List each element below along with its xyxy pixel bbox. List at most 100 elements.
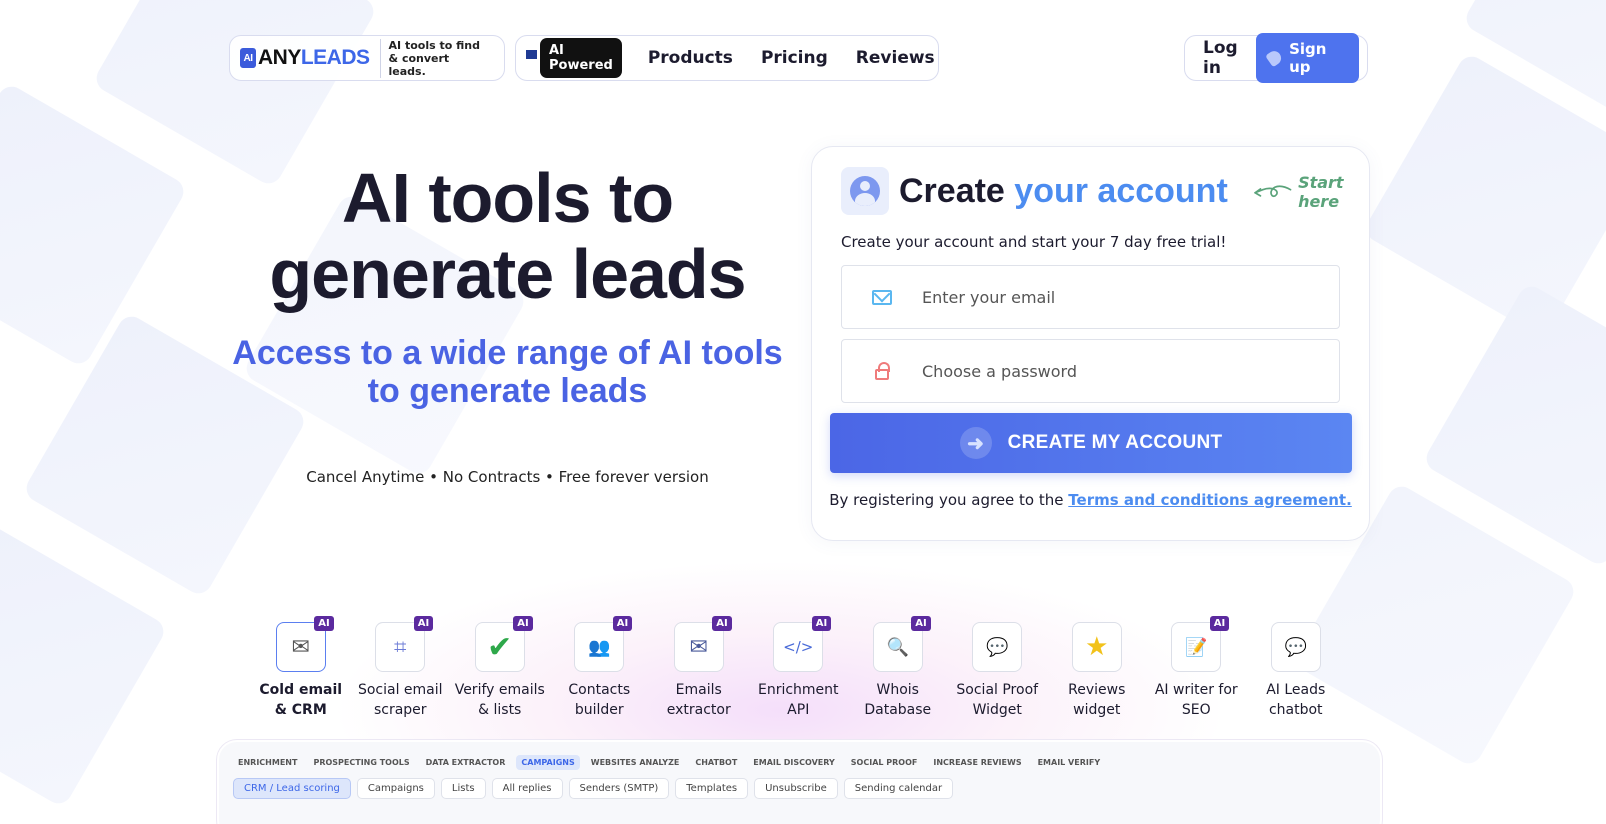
password-field: [841, 339, 1340, 403]
tool-label: Social Proof Widget: [956, 682, 1039, 718]
preview-main-tabs: ENRICHMENT PROSPECTING TOOLS DATA EXTRAC…: [219, 742, 1380, 770]
notepad-icon: 📝 AI: [1171, 616, 1230, 672]
tool-label: Social email scraper: [357, 682, 443, 718]
ai-powered-badge: AI Powered: [540, 38, 622, 78]
login-link[interactable]: Log in: [1203, 38, 1256, 78]
hero-subtitle: Access to a wide range of AI tools to ge…: [232, 334, 783, 410]
preview-sub-tabs: CRM / Lead scoring Campaigns Lists All r…: [219, 770, 1380, 799]
signup-button[interactable]: Sign up: [1256, 33, 1359, 83]
nav-link-reviews[interactable]: Reviews: [856, 48, 935, 68]
preview-tab[interactable]: DATA EXTRACTOR: [421, 755, 511, 770]
nav-link-pricing[interactable]: Pricing: [761, 48, 828, 68]
tool-cold-email-crm[interactable]: ✉ AI Cold email & CRM: [251, 616, 351, 720]
anyleads-logo[interactable]: AI ANY LEADS: [240, 46, 370, 70]
code-icon: </> AI: [773, 616, 832, 672]
preview-tab[interactable]: ENRICHMENT: [233, 755, 302, 770]
checkmark-icon: ✔ AI: [474, 616, 533, 672]
tools-row: ✉ AI Cold email & CRM ⌗ AI Social email sc…: [251, 616, 1346, 720]
preview-subtab[interactable]: Campaigns: [356, 778, 435, 799]
hero-title: AI tools to generate leads: [269, 159, 746, 313]
tool-whois-database[interactable]: 🔍 AI Whois Database: [848, 616, 948, 720]
terms-link[interactable]: Terms and conditions agreement.: [1068, 491, 1352, 509]
create-account-button[interactable]: ➜ CREATE MY ACCOUNT: [830, 413, 1352, 473]
logo-ai-mark: AI: [240, 48, 256, 68]
logo-any-text: ANY: [258, 46, 301, 69]
tool-label: AI writer for SEO: [1154, 682, 1238, 718]
preview-tab-selected[interactable]: CAMPAIGNS: [516, 755, 580, 770]
preview-tab[interactable]: PROSPECTING TOOLS: [308, 755, 414, 770]
ai-badge: AI: [1209, 616, 1230, 631]
start-here-text: Start here: [1298, 173, 1344, 211]
tool-label: Enrichment API: [757, 682, 839, 718]
tool-verify-emails[interactable]: ✔ AI Verify emails & lists: [450, 616, 550, 720]
preview-tab[interactable]: INCREASE REVIEWS: [928, 755, 1026, 770]
signup-label: Sign up: [1289, 40, 1327, 76]
main-menu: AI Powered Products Pricing Reviews: [515, 35, 939, 81]
database-icon: 🔍 AI: [872, 616, 931, 672]
tool-label: AI Leads chatbot: [1266, 682, 1326, 718]
preview-subtab[interactable]: All replies: [491, 778, 563, 799]
tool-label: Cold email & CRM: [259, 682, 343, 718]
signup-description: Create your account and start your 7 day…: [841, 233, 1227, 251]
user-avatar-icon: [841, 167, 889, 215]
tool-emails-extractor[interactable]: ✉ AI Emails extractor: [649, 616, 749, 720]
envelope-icon: [872, 289, 892, 305]
terms-notice: By registering you agree to the Terms an…: [812, 491, 1369, 509]
tool-contacts-builder[interactable]: 👥 AI Contacts builder: [550, 616, 650, 720]
password-input[interactable]: [922, 361, 1322, 381]
ai-badge: AI: [911, 616, 931, 631]
tool-label: Whois Database: [864, 682, 932, 718]
terms-prefix: By registering you agree to the: [829, 491, 1064, 509]
ai-badge: AI: [513, 616, 533, 631]
ai-badge: AI: [712, 616, 732, 631]
chatbot-icon: 💬: [1270, 622, 1321, 672]
title-plain: Create: [899, 171, 1005, 210]
tool-enrichment-api[interactable]: </> AI Enrichment API: [749, 616, 849, 720]
app-preview: ENRICHMENT PROSPECTING TOOLS DATA EXTRAC…: [217, 740, 1382, 824]
signup-card-header: Create your account: [841, 167, 1228, 215]
logo-leads-text: LEADS: [300, 46, 370, 69]
ai-badge: AI: [413, 616, 434, 631]
preview-subtab-selected[interactable]: CRM / Lead scoring: [233, 778, 351, 799]
preview-subtab[interactable]: Templates: [675, 778, 749, 799]
arrow-right-icon: ➜: [959, 427, 992, 459]
preview-tab[interactable]: SOCIAL PROOF: [846, 755, 923, 770]
hero-benefits: Cancel Anytime • No Contracts • Free for…: [306, 468, 709, 486]
signup-card-title: Create your account: [899, 172, 1228, 211]
tool-ai-leads-chatbot[interactable]: 💬 AI Leads chatbot: [1246, 622, 1346, 720]
envelope-icon: ✉ AI: [673, 616, 732, 672]
tool-social-email-scraper[interactable]: ⌗ AI Social email scraper: [351, 616, 451, 720]
preview-tab[interactable]: EMAIL DISCOVERY: [748, 755, 839, 770]
star-icon: ★: [1071, 622, 1122, 672]
scraper-icon: ⌗ AI: [375, 616, 434, 672]
tool-label: Verify emails & lists: [454, 682, 545, 718]
tool-label: Contacts builder: [568, 682, 631, 718]
tool-label: Reviews widget: [1068, 682, 1126, 718]
preview-subtab[interactable]: Senders (SMTP): [568, 778, 670, 799]
preview-subtab[interactable]: Lists: [440, 778, 486, 799]
create-account-label: CREATE MY ACCOUNT: [1007, 432, 1223, 453]
preview-subtab[interactable]: Sending calendar: [843, 778, 954, 799]
paper-plane-icon: ✉ AI: [275, 616, 334, 672]
tag-icon: [1265, 48, 1284, 68]
signup-card: Create your account Start here Create yo…: [811, 146, 1370, 541]
preview-tab[interactable]: WEBSITES ANALYZE: [586, 755, 685, 770]
title-accent: your account: [1014, 171, 1228, 210]
preview-tab[interactable]: CHATBOT: [690, 755, 742, 770]
tool-reviews-widget[interactable]: ★ Reviews widget: [1047, 622, 1147, 720]
preview-tab[interactable]: EMAIL VERIFY: [1033, 755, 1106, 770]
ai-badge: AI: [612, 616, 633, 631]
preview-subtab[interactable]: Unsubscribe: [754, 778, 838, 799]
tool-ai-writer-seo[interactable]: 📝 AI AI writer for SEO: [1147, 616, 1247, 720]
nav-link-products[interactable]: Products: [648, 48, 733, 68]
email-input[interactable]: [922, 287, 1322, 307]
lock-icon: [875, 361, 890, 380]
tool-social-proof-widget[interactable]: 💬 Social Proof Widget: [948, 622, 1048, 720]
chat-bubble-icon: 💬: [972, 622, 1023, 672]
curly-arrow-icon: [1254, 185, 1292, 198]
brand-tagline: AI tools to find & convert leads.: [379, 38, 484, 78]
brand-pill[interactable]: AI ANY LEADS AI tools to find & convert …: [229, 35, 505, 81]
email-field: [841, 265, 1340, 329]
ai-badge: AI: [314, 616, 334, 631]
hero-section: AI tools to generate leads Access to a w…: [230, 160, 785, 486]
